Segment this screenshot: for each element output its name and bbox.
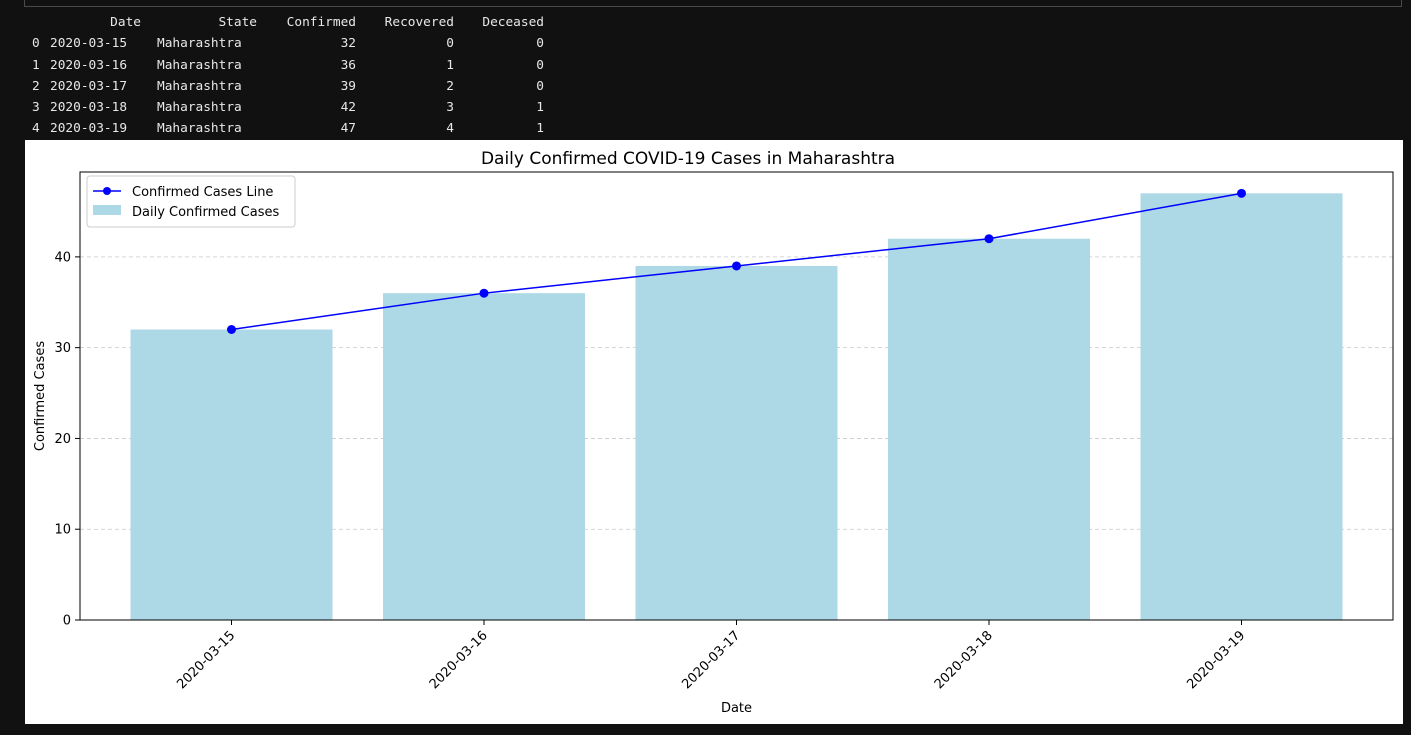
dataframe-cell-deceased: 1: [536, 100, 544, 116]
dataframe-cell-confirmed: 47: [340, 121, 356, 137]
y-tick-label: 30: [54, 341, 71, 356]
legend-label-bar: Daily Confirmed Cases: [132, 205, 279, 220]
dataframe-cell-date: 2020-03-16: [50, 57, 128, 73]
y-axis-label: Confirmed Cases: [33, 341, 48, 451]
line-point-2020-03-18: [984, 234, 994, 244]
dataframe-cell-deceased: 0: [536, 78, 544, 94]
legend: Confirmed Cases Line Daily Confirmed Cas…: [86, 175, 296, 228]
column-header-confirmed: Confirmed: [286, 15, 356, 30]
legend-marker-swatch: [103, 187, 111, 195]
dataframe-cell-date: 2020-03-15: [50, 36, 128, 52]
dataframe-cell-confirmed: 36: [340, 57, 356, 73]
bar-2020-03-15: [130, 329, 333, 620]
column-header-date: Date: [110, 15, 141, 30]
chart-title: Daily Confirmed COVID-19 Cases in Mahara…: [481, 149, 895, 169]
x-tick-label: 2020-03-17: [679, 628, 743, 692]
dataframe-cell-index: 2: [32, 78, 40, 94]
dataframe-cell-recovered: 3: [446, 100, 454, 116]
dataframe-cell-deceased: 1: [536, 121, 544, 137]
line-point-2020-03-19: [1237, 188, 1246, 198]
dataframe-cell-confirmed: 39: [340, 78, 356, 94]
plot-output: Daily Confirmed COVID-19 Cases in Mahara…: [25, 140, 1403, 724]
dataframe-cell-confirmed: 42: [340, 100, 356, 116]
dataframe-cell-recovered: 4: [446, 121, 454, 137]
dataframe-cell-index: 0: [32, 36, 40, 52]
chart: Daily Confirmed COVID-19 Cases in Mahara…: [33, 149, 1394, 716]
dataframe-cell-recovered: 1: [446, 57, 454, 73]
dataframe-cell-date: 2020-03-18: [50, 100, 128, 116]
dataframe-cell-date: 2020-03-17: [50, 78, 128, 94]
legend-bar-swatch: [93, 205, 121, 215]
dataframe-cell-deceased: 0: [536, 57, 544, 73]
line-point-2020-03-16: [479, 288, 489, 298]
dataframe-cell-deceased: 0: [536, 36, 544, 52]
y-tick-label: 0: [63, 614, 71, 629]
y-tick-label: 10: [54, 523, 71, 538]
dataframe-cell-state: Maharashtra: [157, 78, 242, 94]
x-axis-label: Date: [721, 701, 752, 716]
bar-2020-03-18: [888, 238, 1090, 621]
dataframe-cell-index: 3: [32, 100, 40, 116]
y-tick-label: 20: [54, 432, 71, 447]
dataframe-cell-index: 1: [32, 57, 40, 73]
dataframe-cell-state: Maharashtra: [157, 100, 242, 116]
dataframe-cell-recovered: 0: [446, 36, 454, 52]
bar-2020-03-19: [1140, 193, 1343, 621]
dataframe-cell-confirmed: 32: [340, 36, 356, 52]
x-tick-label: 2020-03-16: [427, 628, 491, 692]
column-header-recovered: Recovered: [384, 15, 454, 30]
x-tick-label: 2020-03-15: [174, 628, 238, 692]
column-header-state: State: [218, 15, 257, 30]
x-tick-label: 2020-03-19: [1184, 628, 1248, 692]
line-point-2020-03-17: [732, 261, 741, 271]
bar-2020-03-16: [383, 293, 585, 620]
x-tick-label: 2020-03-18: [932, 628, 996, 692]
legend-label-line: Confirmed Cases Line: [132, 185, 273, 200]
dataframe-cell-recovered: 2: [446, 78, 454, 94]
dataframe-cell-state: Maharashtra: [157, 57, 242, 73]
y-tick-label: 40: [54, 250, 71, 265]
line-point-2020-03-15: [227, 325, 236, 335]
dataframe-cell-date: 2020-03-19: [50, 121, 128, 137]
previous-cell-border: [24, 0, 1402, 7]
dataframe-cell-state: Maharashtra: [157, 121, 242, 137]
dataframe-cell-state: Maharashtra: [157, 36, 242, 52]
dataframe-cell-index: 4: [32, 121, 40, 137]
column-header-deceased: Deceased: [482, 15, 544, 30]
bar-2020-03-17: [635, 265, 838, 620]
